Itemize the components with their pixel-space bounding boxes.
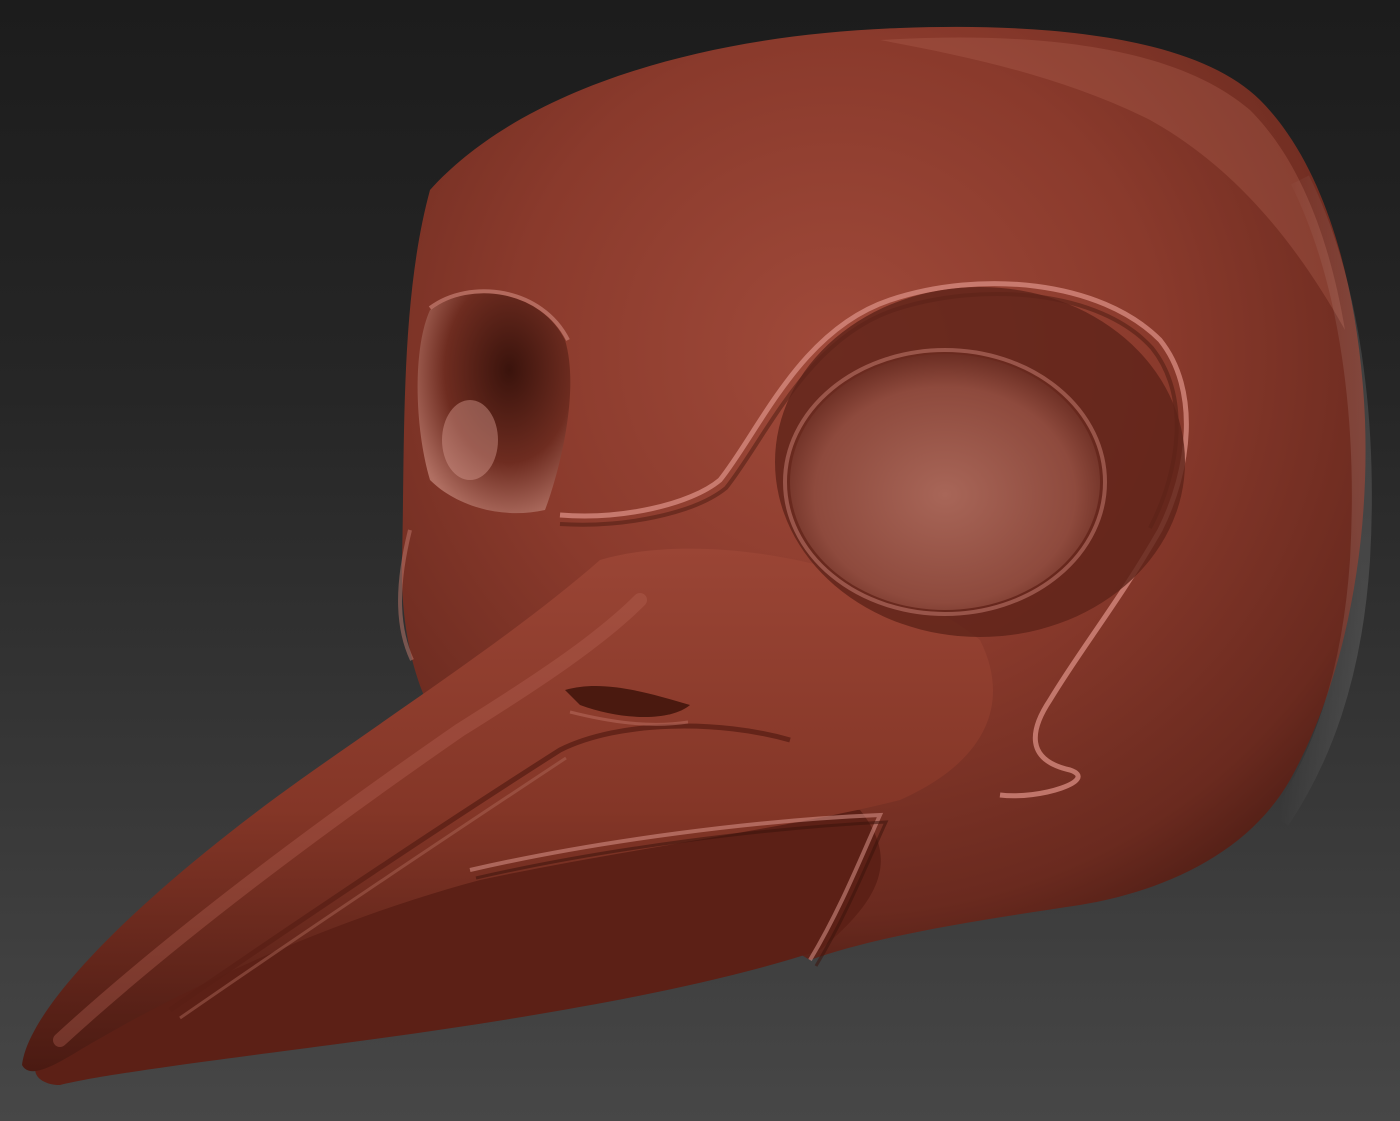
right-eye-lens bbox=[790, 354, 1100, 610]
left-eye-socket bbox=[417, 293, 571, 514]
left-eye-highlight bbox=[442, 400, 498, 480]
sculpt-viewport[interactable] bbox=[0, 0, 1400, 1121]
mask-model[interactable] bbox=[0, 0, 1400, 1121]
